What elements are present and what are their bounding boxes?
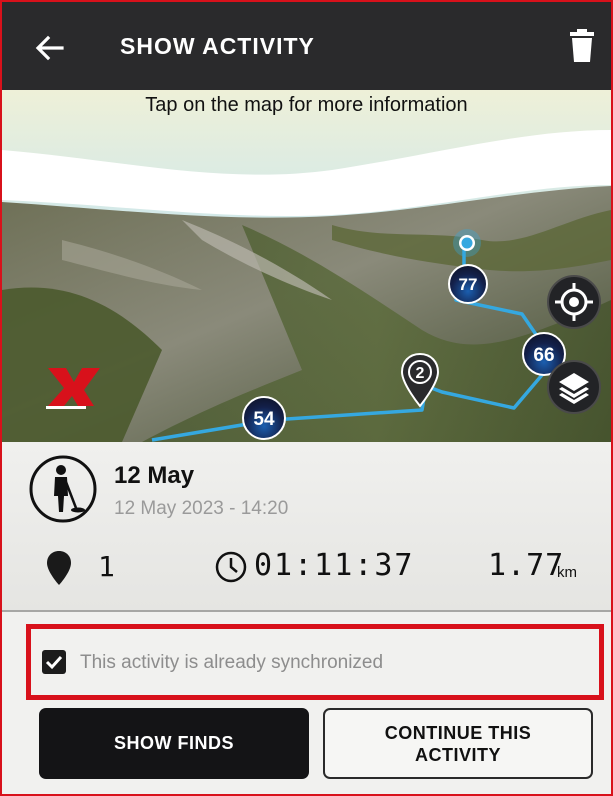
layers-button[interactable] (547, 360, 601, 414)
track-marker[interactable]: 77 (448, 264, 488, 304)
activity-distance: 1.77 (488, 548, 565, 583)
sync-status-label: This activity is already synchronized (80, 652, 384, 673)
show-finds-button[interactable]: SHOW FINDS (39, 708, 309, 779)
map-hint: Tap on the map for more information (145, 94, 468, 116)
app-screen: SHOW ACTIVITY Tap on the map for more in… (0, 0, 613, 796)
sync-checkbox[interactable] (42, 650, 66, 674)
arrow-left-icon (35, 35, 64, 61)
locate-icon (555, 283, 593, 321)
activity-duration: 01:11:37 (254, 548, 415, 583)
find-pin-icon (46, 550, 72, 586)
find-pin[interactable]: 2 (400, 352, 440, 408)
locate-button[interactable] (547, 275, 601, 329)
activity-map[interactable]: Tap on the map for more information 77 6… (2, 90, 611, 442)
top-app-bar: SHOW ACTIVITY (2, 2, 611, 90)
continue-activity-button[interactable]: CONTINUE THIS ACTIVITY (323, 708, 593, 779)
layers-icon (559, 373, 589, 404)
xp-logo (42, 362, 106, 414)
distance-unit: km (557, 564, 577, 581)
track-marker[interactable]: 54 (242, 396, 286, 440)
finds-count: 1 (98, 550, 115, 583)
delete-button[interactable] (564, 26, 600, 66)
metal-detector-icon (28, 454, 98, 524)
page-title: SHOW ACTIVITY (120, 33, 315, 59)
checkmark-icon (45, 655, 63, 670)
trash-icon (570, 29, 594, 62)
back-button[interactable] (28, 26, 72, 70)
activity-datetime: 12 May 2023 - 14:20 (114, 498, 289, 519)
current-position-icon (452, 228, 482, 258)
activity-name: 12 May (114, 462, 195, 489)
find-pin-label: 2 (416, 365, 425, 382)
section-divider (2, 610, 611, 612)
clock-icon (214, 550, 248, 584)
activity-summary: 12 May 12 May 2023 - 14:20 1 01:11:37 1.… (2, 442, 611, 610)
